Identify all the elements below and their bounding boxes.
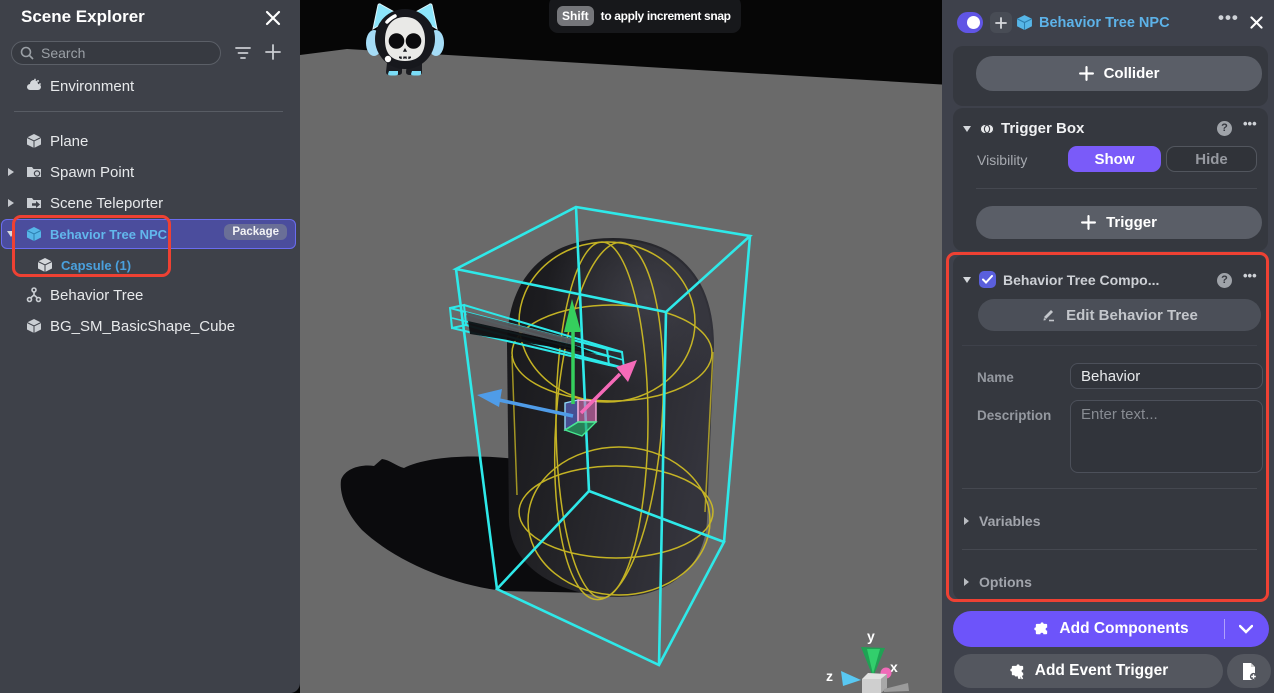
svg-text:y: y [867, 628, 875, 644]
svg-text:z: z [826, 668, 833, 684]
